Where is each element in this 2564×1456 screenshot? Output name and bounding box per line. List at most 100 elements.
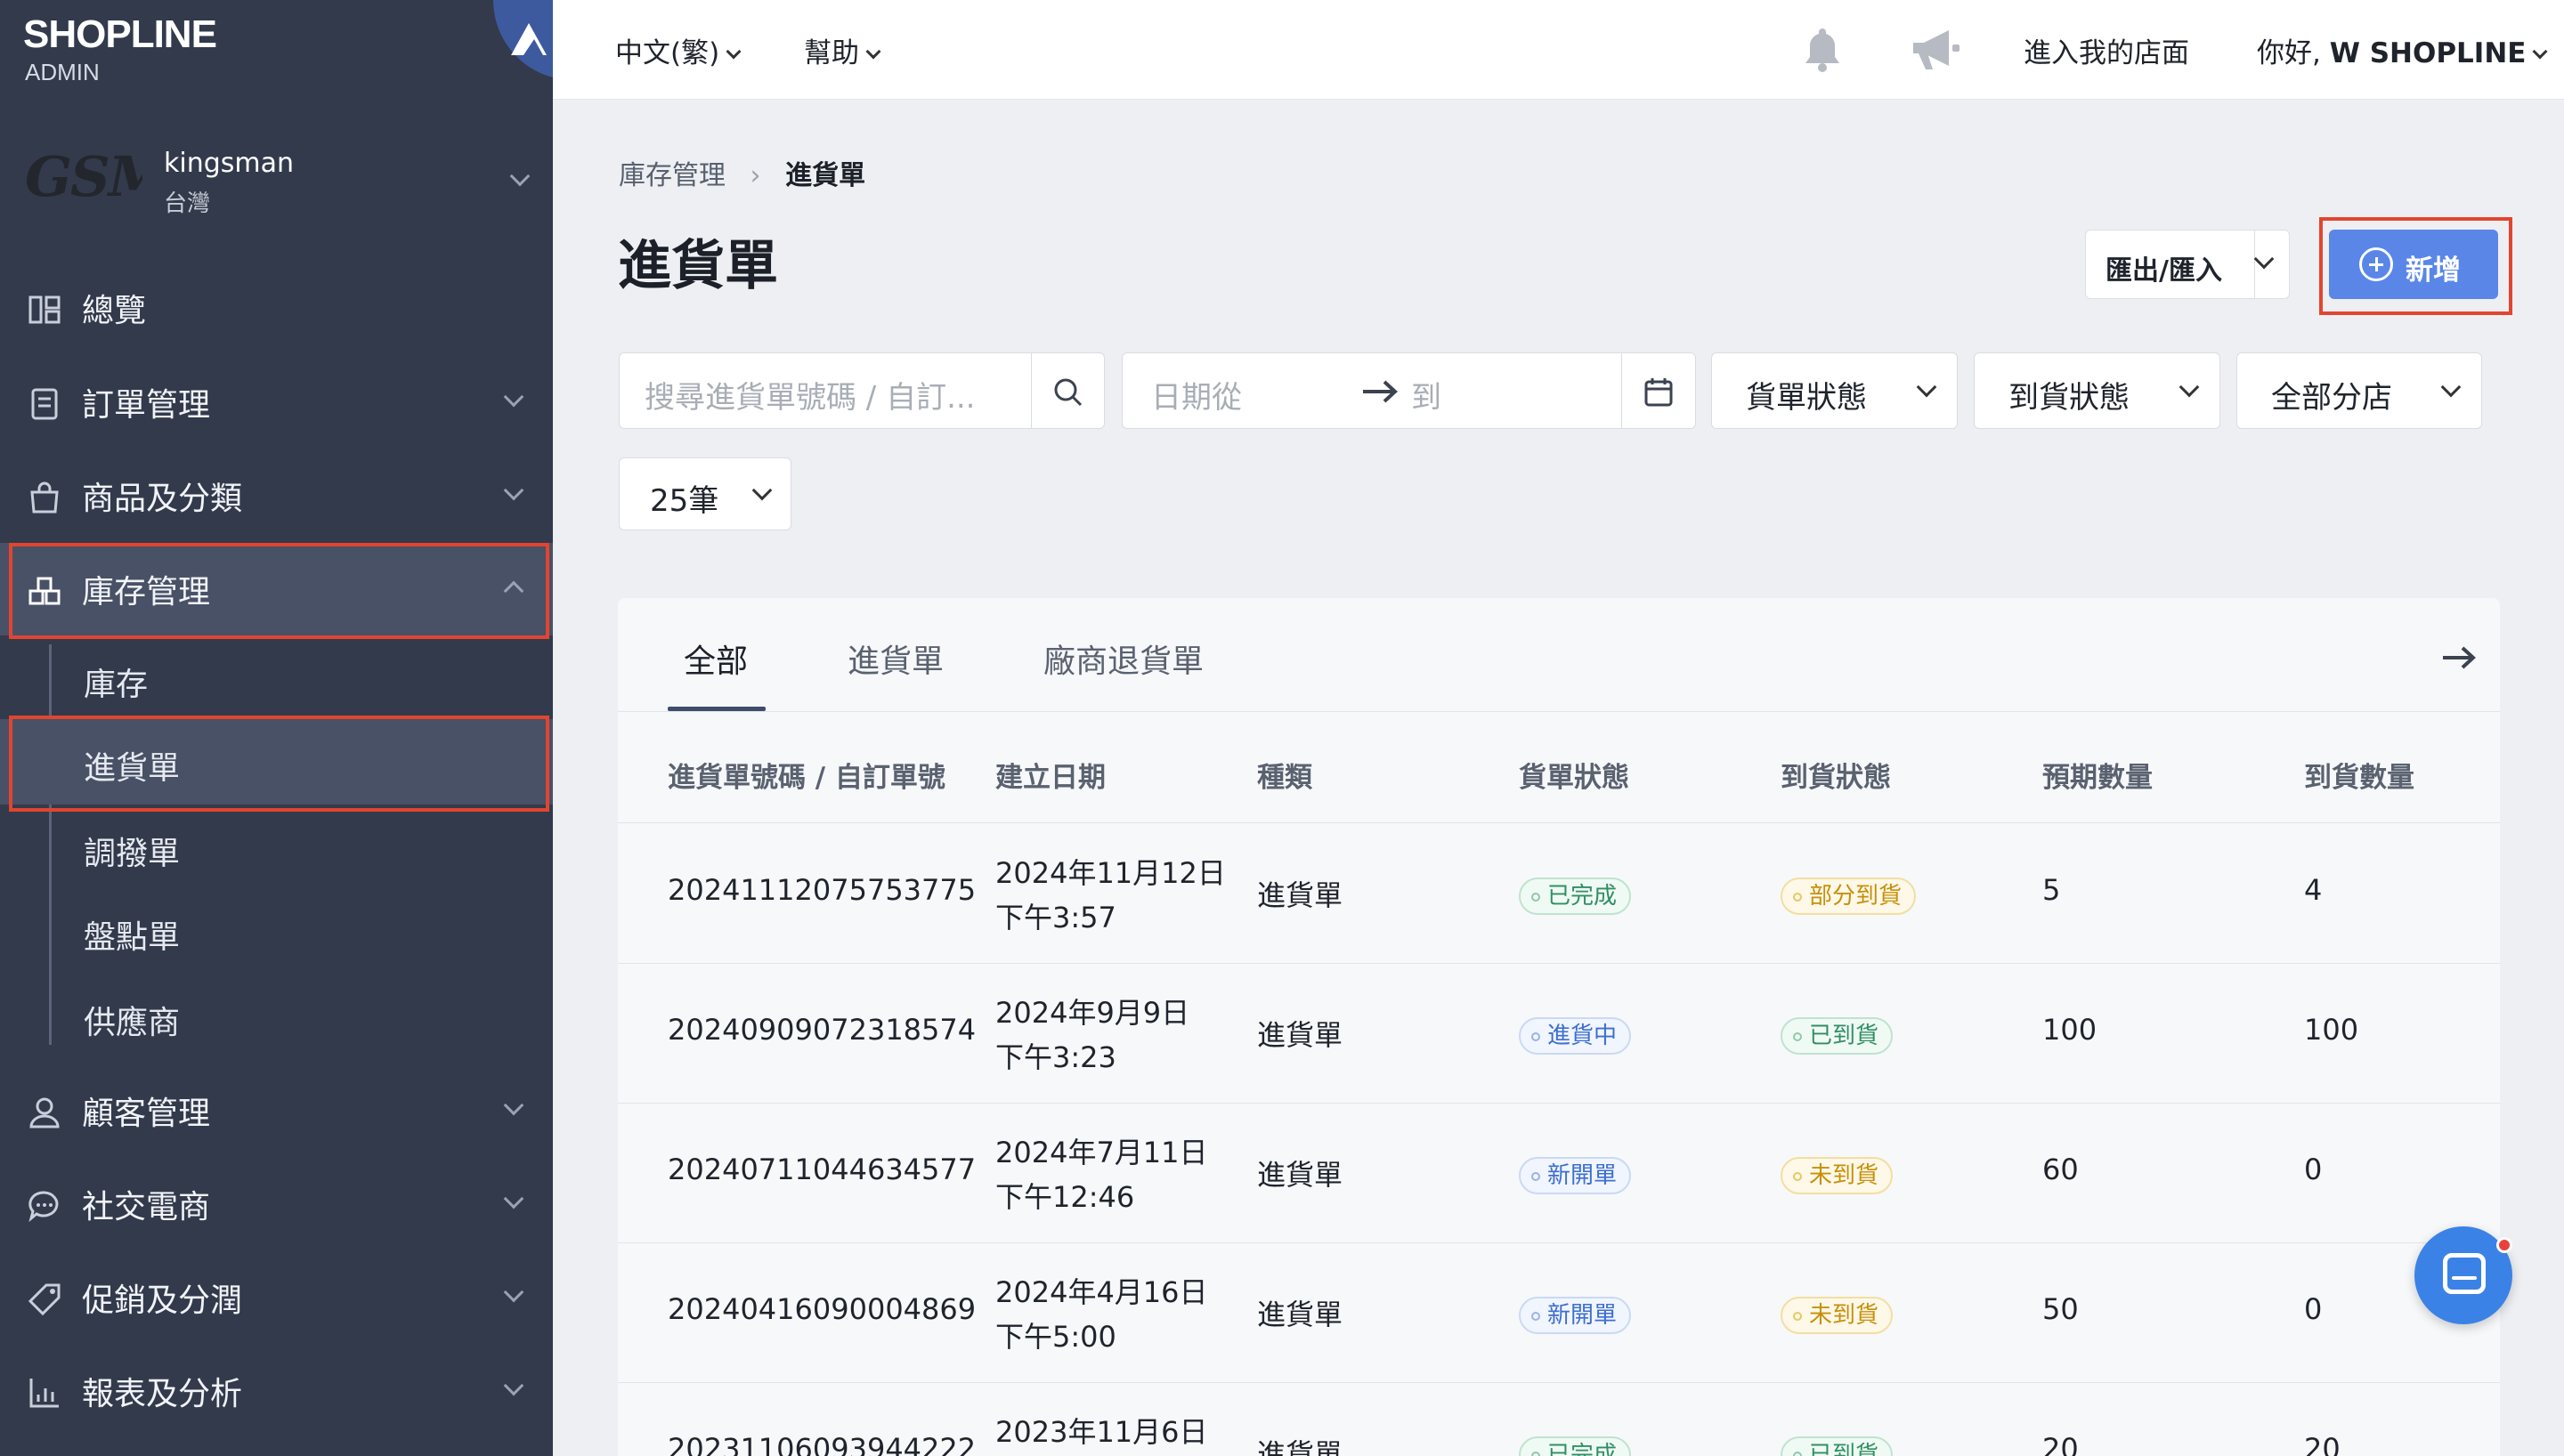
sidebar-subitem-label: 盤點單 <box>84 919 181 956</box>
sidebar-subitem-label: 調撥單 <box>84 836 181 872</box>
sidebar-subitem-purchase-orders[interactable]: 進貨單 <box>0 719 553 805</box>
store-logo: GSM <box>25 144 142 209</box>
language-selector[interactable]: 中文(繁) <box>615 30 742 70</box>
sidebar-subitem-suppliers[interactable]: 供應商 <box>0 974 553 1059</box>
cell-id[interactable]: 20240416090004869 <box>668 1292 976 1326</box>
cell-received: 20 <box>2304 1432 2341 1456</box>
cell-type: 進貨單 <box>1257 1018 1343 1052</box>
cell-received: 100 <box>2304 1013 2359 1047</box>
sidebar-item-promotions[interactable]: 促銷及分潤 <box>0 1251 553 1344</box>
sidebar-subitem-stocktake[interactable]: 盤點單 <box>0 888 553 974</box>
chat-icon <box>28 1191 59 1223</box>
sidebar-subitem-label: 庫存 <box>84 667 149 703</box>
inventory-icon <box>28 577 61 605</box>
help-label: 幫助 <box>804 37 859 69</box>
cell-date-time: 下午3:57 <box>995 901 1116 934</box>
announcement-megaphone-icon[interactable] <box>1906 21 1965 77</box>
user-name: W SHOPLINE <box>2329 37 2527 69</box>
user-menu[interactable]: 你好, W SHOPLINE <box>2257 30 2548 70</box>
table-row[interactable]: 20240711044634577 2024年7月11日 下午12:46 進貨單 … <box>618 1104 2500 1243</box>
date-from-input[interactable]: 日期從 <box>1151 373 1242 417</box>
column-header-id[interactable]: 進貨單號碼 / 自訂單號 <box>668 755 945 795</box>
divider <box>1621 353 1622 428</box>
date-to-input[interactable]: 到 <box>1411 373 1441 417</box>
search-field[interactable]: 搜尋進貨單號碼 / 自訂... <box>619 352 1105 429</box>
column-header-date[interactable]: 建立日期 <box>995 755 1106 795</box>
status-badge: 未到貨 <box>1781 1297 1894 1334</box>
order-status-filter[interactable]: 貨單狀態 <box>1711 352 1958 429</box>
user-icon <box>29 1097 60 1128</box>
sidebar-item-inventory[interactable]: 庫存管理 <box>0 543 553 635</box>
cell-received: 0 <box>2304 1153 2323 1186</box>
sidebar-item-customers[interactable]: 顧客管理 <box>0 1064 553 1157</box>
sidebar-item-orders[interactable]: 訂單管理 <box>0 356 553 449</box>
column-header-order-status[interactable]: 貨單狀態 <box>1519 755 1629 795</box>
column-header-expected-qty[interactable]: 預期數量 <box>2042 755 2153 795</box>
cell-id[interactable]: 20240711044634577 <box>668 1153 976 1186</box>
breadcrumb-separator: › <box>750 160 761 191</box>
sidebar-item-products[interactable]: 商品及分類 <box>0 449 553 542</box>
status-badge: 已到貨 <box>1781 1436 1894 1456</box>
help-menu[interactable]: 幫助 <box>804 30 881 70</box>
mountain-icon <box>511 23 547 55</box>
export-import-label: 匯出/匯入 <box>2106 255 2222 287</box>
page-size-select[interactable]: 25筆 <box>619 457 791 530</box>
cell-date: 2024年11月12日 下午3:57 <box>995 851 1226 940</box>
chevron-down-icon <box>509 166 531 187</box>
cell-received: 4 <box>2304 873 2323 907</box>
tab-vendor-returns[interactable]: 廠商退貨單 <box>1043 635 1204 682</box>
tab-all[interactable]: 全部 <box>684 635 748 682</box>
purchase-order-table-card: 全部 進貨單 廠商退貨單 進貨單號碼 / 自訂單號 建立日期 種類 貨單狀態 到… <box>618 598 2500 1456</box>
order-status-label: 貨單狀態 <box>1746 380 1867 416</box>
branch-filter[interactable]: 全部分店 <box>2236 352 2482 429</box>
tag-icon <box>28 1283 61 1316</box>
chevron-down-icon[interactable] <box>2253 248 2275 270</box>
cell-date-day: 2024年11月12日 <box>995 856 1226 890</box>
sidebar-item-reports[interactable]: 報表及分析 <box>0 1345 553 1437</box>
shopline-logo[interactable]: SHOPLINE ADMIN <box>23 0 576 93</box>
sidebar-item-overview[interactable]: 總覽 <box>0 262 553 354</box>
sidebar-item-social-commerce[interactable]: 社交電商 <box>0 1158 553 1250</box>
table-row[interactable]: 20240909072318574 2024年9月9日 下午3:23 進貨單 進貨… <box>618 964 2500 1104</box>
chat-launcher-button[interactable] <box>2414 1226 2512 1324</box>
cell-type: 進貨單 <box>1257 878 1343 912</box>
export-import-button[interactable]: 匯出/匯入 <box>2085 230 2290 299</box>
cell-id[interactable]: 20231106093944222 <box>668 1432 976 1456</box>
sidebar: SHOPLINE ADMIN GSM kingsman 台灣 總覽 訂單管理 商… <box>0 0 576 1456</box>
arrow-right-icon[interactable] <box>2441 644 2477 671</box>
breadcrumb-parent[interactable]: 庫存管理 <box>619 160 726 191</box>
calendar-icon[interactable] <box>1641 375 1676 410</box>
sidebar-item-label: 社交電商 <box>82 1189 211 1225</box>
chevron-down-icon <box>503 386 524 408</box>
add-button[interactable]: 新增 <box>2329 230 2498 299</box>
date-range-field[interactable]: 日期從 到 <box>1122 352 1696 429</box>
tab-purchase-orders[interactable]: 進貨單 <box>848 635 944 682</box>
cell-expected: 100 <box>2042 1013 2097 1047</box>
divider <box>2254 231 2255 298</box>
branch-label: 全部分店 <box>2271 380 2392 416</box>
sidebar-item-label: 報表及分析 <box>82 1376 243 1412</box>
column-header-received-qty[interactable]: 到貨數量 <box>2304 755 2414 795</box>
cell-date-time: 下午3:23 <box>995 1040 1116 1074</box>
cell-id[interactable]: 20241112075753775 <box>668 873 976 907</box>
status-badge: 已完成 <box>1519 878 1632 915</box>
table-row[interactable]: 20231106093944222 2023年11月6日 進貨單 已完成 已到貨… <box>618 1383 2500 1456</box>
arrival-status-filter[interactable]: 到貨狀態 <box>1974 352 2220 429</box>
cell-date: 2024年7月11日 下午12:46 <box>995 1130 1208 1219</box>
search-input[interactable]: 搜尋進貨單號碼 / 自訂... <box>645 373 976 417</box>
notification-bell-icon[interactable] <box>1795 21 1850 77</box>
cell-id[interactable]: 20240909072318574 <box>668 1013 976 1047</box>
column-header-type[interactable]: 種類 <box>1257 755 1312 795</box>
status-badge: 已完成 <box>1519 1436 1632 1456</box>
sidebar-subitem-transfers[interactable]: 調撥單 <box>0 805 553 890</box>
sidebar-item-label: 顧客管理 <box>82 1096 211 1132</box>
table-row[interactable]: 20241112075753775 2024年11月12日 下午3:57 進貨單 … <box>618 824 2500 964</box>
store-switcher[interactable]: GSM kingsman 台灣 <box>25 133 532 231</box>
table-row[interactable]: 20240416090004869 2024年4月16日 下午5:00 進貨單 新… <box>618 1243 2500 1383</box>
search-icon[interactable] <box>1051 375 1086 410</box>
enter-store-link[interactable]: 進入我的店面 <box>2024 30 2189 70</box>
sidebar-subitem-label: 供應商 <box>84 1005 181 1041</box>
cell-type: 進貨單 <box>1257 1437 1343 1456</box>
column-header-arrival-status[interactable]: 到貨狀態 <box>1781 755 1891 795</box>
sidebar-subitem-stock[interactable]: 庫存 <box>0 635 553 721</box>
